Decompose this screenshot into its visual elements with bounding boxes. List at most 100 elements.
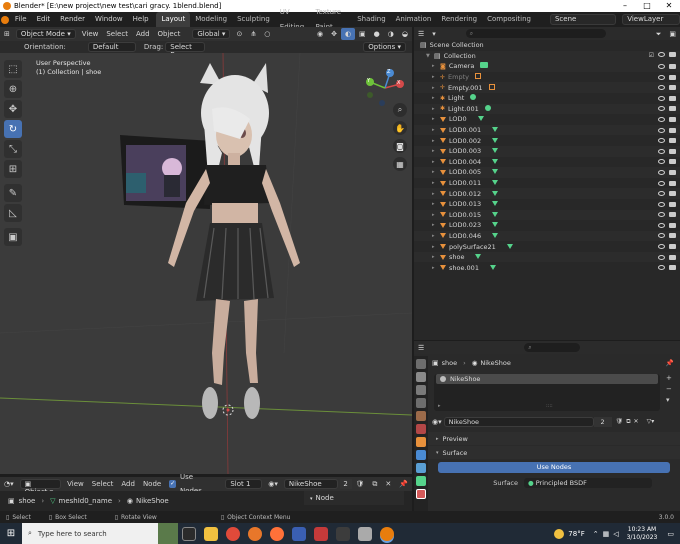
- viewport-menu-object[interactable]: Object: [154, 27, 185, 41]
- volume-icon[interactable]: ◁: [613, 530, 618, 538]
- options-dropdown[interactable]: Options ▾: [363, 42, 406, 52]
- node-duplicate-icon[interactable]: ⧉: [368, 477, 381, 491]
- node-unlink-icon[interactable]: ✕: [381, 477, 395, 491]
- duplicate-material-icon[interactable]: ⧉: [626, 418, 630, 426]
- notifications-icon[interactable]: ▭: [667, 530, 674, 538]
- measure-tool-icon[interactable]: ◺: [4, 204, 22, 222]
- eye-icon[interactable]: [658, 127, 665, 133]
- render-camera-icon[interactable]: [669, 222, 676, 228]
- outliner-item[interactable]: ▸ LOD0.005: [414, 167, 680, 178]
- pivot-icon[interactable]: ⊙: [232, 27, 246, 41]
- mode-dropdown[interactable]: Object Mode ▾: [15, 29, 76, 39]
- perspective-toggle-icon[interactable]: ▦: [393, 157, 407, 171]
- outliner-item[interactable]: ▸ shoe.001: [414, 262, 680, 273]
- modifier-tab-icon[interactable]: [416, 450, 426, 460]
- tab-layout[interactable]: Layout: [156, 12, 191, 27]
- eye-icon[interactable]: [658, 52, 665, 58]
- outliner-item[interactable]: ▸ LOD0.002: [414, 135, 680, 146]
- properties-search-input[interactable]: ⌕: [524, 343, 581, 352]
- tab-rendering[interactable]: Rendering: [436, 12, 482, 27]
- viewport-menu-view[interactable]: View: [78, 27, 103, 41]
- scene-tab-icon[interactable]: [416, 411, 426, 421]
- list-resize-handle[interactable]: ::::: [546, 403, 553, 409]
- eye-icon[interactable]: [658, 244, 665, 250]
- particles-tab-icon[interactable]: [416, 463, 426, 473]
- snap-icon[interactable]: ⋔: [246, 27, 260, 41]
- xray-icon[interactable]: ▣: [355, 27, 370, 41]
- outliner-item[interactable]: ▸ LOD0.046: [414, 230, 680, 242]
- outliner-item[interactable]: ▸ LOD0.012: [414, 188, 680, 199]
- outliner-item[interactable]: ▸ ◙ Camera: [414, 61, 680, 72]
- pan-hand-icon[interactable]: ✋: [393, 121, 407, 135]
- add-slot-icon[interactable]: +: [666, 374, 672, 382]
- transform-tool-icon[interactable]: ⊞: [4, 160, 22, 178]
- user-count[interactable]: 2: [593, 416, 612, 427]
- shading-rendered-icon[interactable]: ◒: [398, 27, 412, 41]
- render-camera-icon[interactable]: [669, 116, 676, 122]
- eye-icon[interactable]: [658, 159, 665, 165]
- 3d-viewport[interactable]: X Z Y ⌕ ✋ ◙ ▦: [0, 53, 412, 474]
- fake-user-icon[interactable]: 🛡: [616, 418, 624, 425]
- render-camera-icon[interactable]: [669, 201, 676, 207]
- outliner-item[interactable]: ▸ ✛ Empty.001: [414, 82, 680, 93]
- windows-start-icon[interactable]: ⊞: [0, 528, 22, 539]
- preview-panel[interactable]: ▸ Preview: [414, 432, 680, 445]
- tray-chevron-icon[interactable]: ⌃: [593, 530, 599, 538]
- eye-icon[interactable]: [658, 254, 665, 260]
- view-layer-tab-icon[interactable]: [416, 398, 426, 408]
- select-box-tool-icon[interactable]: ⬚: [4, 60, 22, 78]
- expand-arrow-icon[interactable]: ▸: [432, 201, 440, 207]
- shading-material-icon[interactable]: ◑: [384, 27, 398, 41]
- transform-orientation-dropdown[interactable]: Global ▾: [192, 29, 231, 39]
- menu-file[interactable]: File: [10, 12, 32, 27]
- slot-dropdown[interactable]: Slot 1: [225, 479, 263, 489]
- output-tab-icon[interactable]: [416, 385, 426, 395]
- app2-icon[interactable]: [336, 526, 350, 541]
- scale-tool-icon[interactable]: ⤡: [4, 140, 22, 158]
- material-name-field[interactable]: NikeShoe: [443, 416, 594, 427]
- slot-menu-icon[interactable]: ▾: [666, 396, 672, 404]
- clock[interactable]: 10:23 AM 3/10/2023: [627, 526, 658, 542]
- outliner-item[interactable]: ▸ LOD0.011: [414, 178, 680, 189]
- render-camera-icon[interactable]: [669, 148, 676, 154]
- shader-editor-area[interactable]: ▣ shoe › ▽ meshId0_name › ◉ NikeShoe ▾ No…: [0, 491, 412, 511]
- expand-arrow-icon[interactable]: ▸: [432, 222, 440, 228]
- properties-editor-icon[interactable]: ☰: [414, 341, 428, 355]
- editor-type-icon[interactable]: ⊞: [0, 27, 14, 41]
- menu-window[interactable]: Window: [90, 12, 128, 27]
- use-nodes-checkbox[interactable]: ✓: [169, 480, 176, 488]
- eye-icon[interactable]: [658, 180, 665, 186]
- eye-icon[interactable]: [658, 85, 665, 91]
- network-icon[interactable]: ▦: [603, 530, 610, 538]
- outliner-item[interactable]: ▸ LOD0.023: [414, 220, 680, 231]
- eye-icon[interactable]: [658, 138, 665, 144]
- outliner-item[interactable]: ▸ shoe: [414, 251, 680, 263]
- render-camera-icon[interactable]: [669, 52, 676, 58]
- outliner-item[interactable]: ▸ LOD0.013: [414, 199, 680, 210]
- view-layer-selector[interactable]: ViewLayer: [622, 14, 680, 25]
- tab-sculpting[interactable]: Sculpting: [232, 12, 275, 27]
- minimize-button[interactable]: –: [614, 0, 636, 12]
- expand-arrow-icon[interactable]: ▸: [432, 74, 440, 80]
- expand-arrow-icon[interactable]: ▸: [432, 138, 440, 144]
- visibility-icon[interactable]: ◉: [313, 27, 327, 41]
- render-camera-icon[interactable]: [669, 63, 676, 69]
- cursor-tool-icon[interactable]: ⊕: [4, 80, 22, 98]
- render-camera-icon[interactable]: [669, 85, 676, 91]
- surface-panel[interactable]: ▾ Surface: [414, 446, 680, 459]
- render-camera-icon[interactable]: [669, 180, 676, 186]
- maximize-button[interactable]: □: [636, 0, 658, 12]
- shading-solid-icon[interactable]: ●: [370, 27, 384, 41]
- chrome-icon[interactable]: [226, 526, 240, 541]
- expand-arrow-icon[interactable]: ▸: [432, 191, 440, 197]
- render-camera-icon[interactable]: [669, 265, 676, 271]
- tab-animation[interactable]: Animation: [391, 12, 437, 27]
- expand-arrow-icon[interactable]: ▸: [432, 244, 440, 250]
- scene-selector[interactable]: Scene: [549, 14, 617, 25]
- node-menu-select[interactable]: Select: [88, 477, 118, 491]
- file-explorer-icon[interactable]: [204, 526, 218, 541]
- expand-arrow-icon[interactable]: ▸: [432, 63, 440, 69]
- render-camera-icon[interactable]: [669, 169, 676, 175]
- eye-icon[interactable]: [658, 169, 665, 175]
- render-camera-icon[interactable]: [669, 191, 676, 197]
